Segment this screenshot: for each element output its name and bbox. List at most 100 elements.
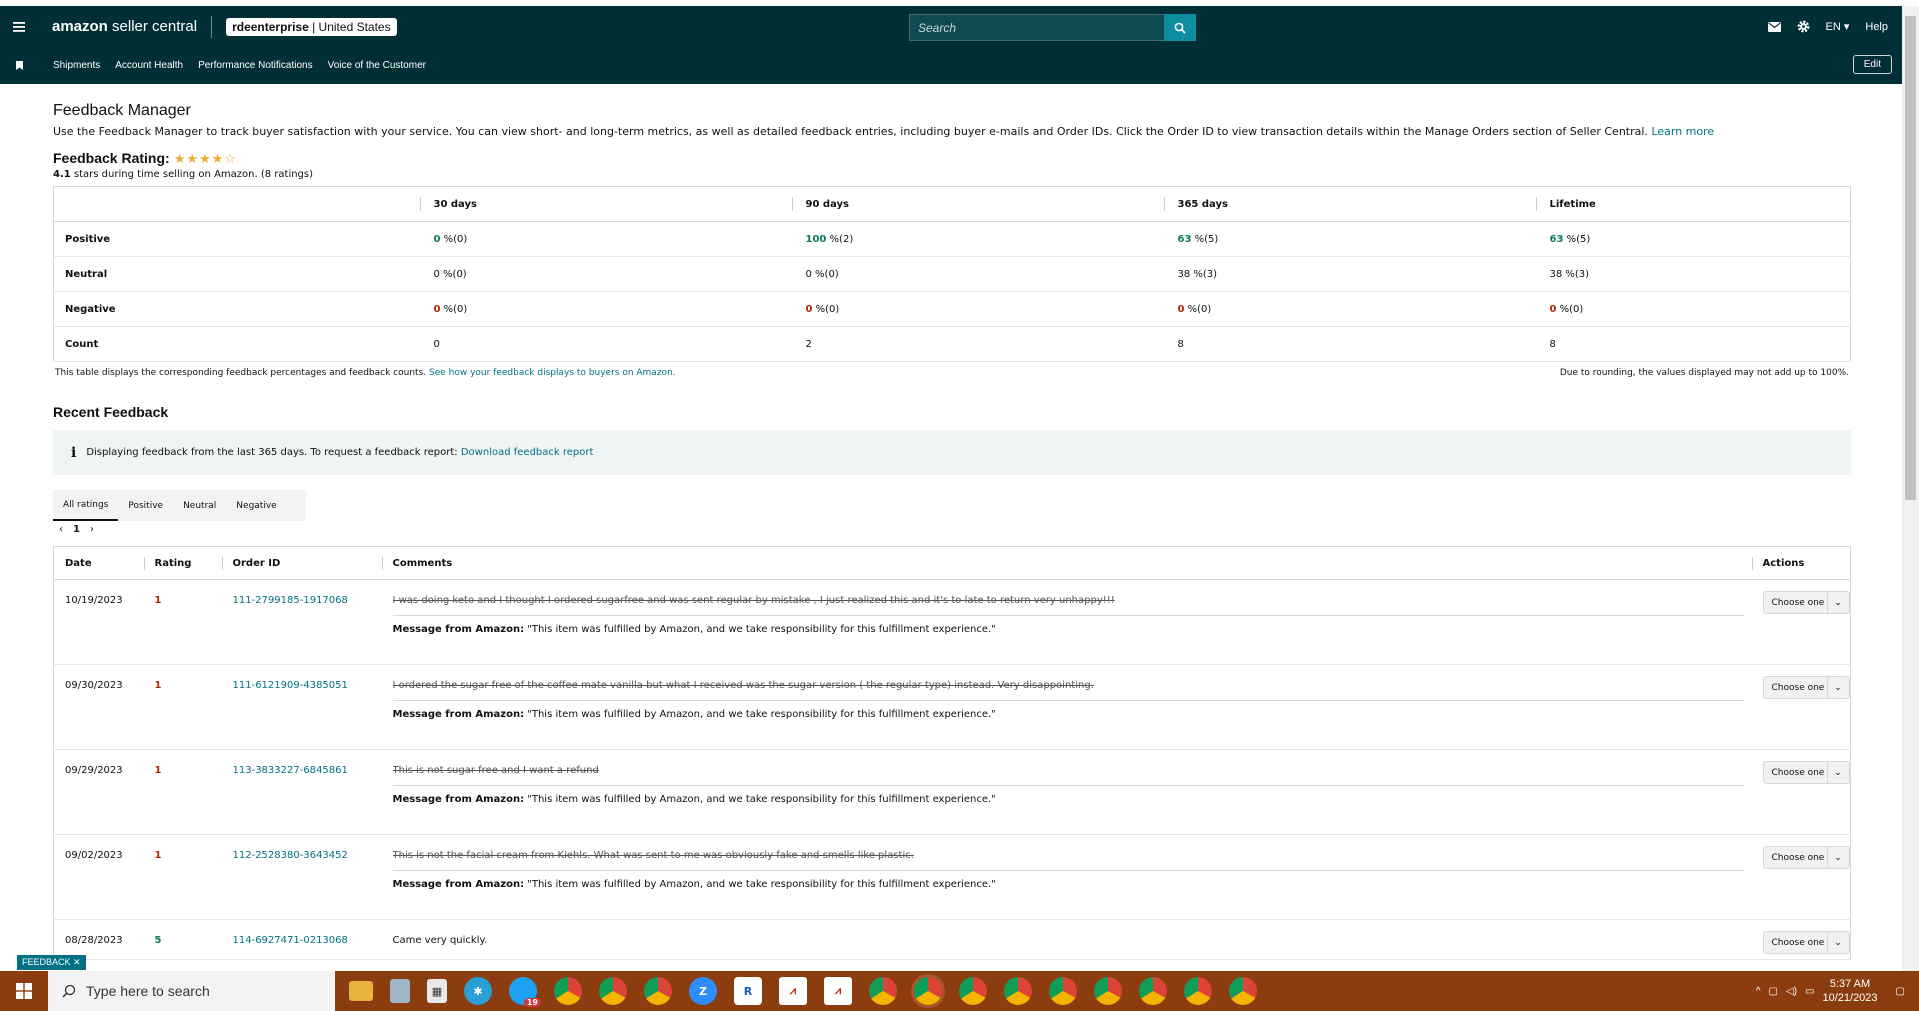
col-label: 30 days — [433, 198, 477, 210]
chevron-right-icon[interactable]: › — [90, 524, 94, 535]
amazon-message-label: Message from Amazon: — [392, 624, 525, 635]
calculator-icon[interactable]: ▦ — [427, 979, 447, 1003]
edit-nav-button[interactable]: Edit — [1852, 55, 1892, 74]
amazon-message: Message from Amazon: "This item was fulf… — [393, 879, 1752, 890]
nav-link-voice-of-customer[interactable]: Voice of the Customer — [328, 60, 426, 71]
tab-neutral[interactable]: Neutral — [173, 490, 226, 521]
chrome-profile-icon[interactable] — [1004, 977, 1032, 1005]
page-scrollbar[interactable] — [1902, 6, 1919, 971]
order-id-link[interactable]: 114-6927471-0213068 — [233, 935, 348, 946]
metrics-cell: 0 — [419, 326, 792, 362]
metrics-row-label: Count — [53, 326, 420, 362]
learn-more-link[interactable]: Learn more — [1651, 125, 1714, 138]
zoom-icon[interactable]: Z — [689, 977, 717, 1005]
feedback-rating: 5 — [143, 919, 222, 960]
tab-positive[interactable]: Positive — [118, 490, 173, 521]
col-date: Date — [53, 546, 144, 580]
chevron-up-icon[interactable]: ^ — [1756, 986, 1761, 997]
order-id-link[interactable]: 113-3833227-6845861 — [233, 765, 348, 776]
choose-action-dropdown[interactable]: Choose one ⌄ — [1762, 591, 1850, 614]
meet-now-icon[interactable]: ▢ — [1769, 986, 1778, 997]
chrome-icon[interactable] — [554, 977, 582, 1005]
chart-app-icon[interactable]: ⩘ — [779, 977, 807, 1005]
rounding-note: Due to rounding, the values displayed ma… — [1559, 368, 1849, 378]
metrics-count: 0 %(0) — [433, 268, 467, 280]
search-input[interactable] — [909, 14, 1164, 41]
nav-link-performance-notifications[interactable]: Performance Notifications — [198, 60, 313, 71]
column-divider — [791, 197, 793, 211]
feedback-widget-tab[interactable]: FEEDBACK ✕ — [17, 955, 86, 970]
metrics-count: 38 %(3) — [1177, 268, 1218, 280]
chrome-profile-icon[interactable] — [1139, 977, 1167, 1005]
current-page[interactable]: 1 — [73, 524, 80, 535]
column-divider — [381, 557, 383, 570]
mail-icon[interactable] — [1767, 21, 1781, 32]
feedback-rating: 1 — [143, 664, 222, 750]
dropdown-label: Choose one — [1771, 682, 1825, 693]
chrome-profile-icon[interactable] — [1094, 977, 1122, 1005]
chrome-profile-icon[interactable] — [959, 977, 987, 1005]
notifications-icon[interactable]: ▢ — [1896, 986, 1905, 997]
col-label: Lifetime — [1549, 198, 1596, 210]
chrome-profile-icon[interactable] — [1049, 977, 1077, 1005]
chrome-profile-icon[interactable] — [1184, 977, 1212, 1005]
pagination: ‹ 1 › — [59, 524, 1851, 535]
rating-value: 1 — [154, 680, 162, 691]
chrome-profile-icon[interactable] — [599, 977, 627, 1005]
language-selector[interactable]: EN ▾ — [1826, 20, 1850, 33]
col-label: 90 days — [805, 198, 849, 210]
feedback-row: 09/29/2023 1 113-3833227-6845861 This is no… — [53, 749, 1851, 835]
feedback-date: 09/30/2023 — [53, 664, 144, 750]
star-full-icon: ★ — [173, 152, 186, 167]
metrics-cell: 0 %(0) — [419, 221, 792, 257]
order-id-link[interactable]: 111-6121909-4385051 — [233, 680, 348, 691]
nav-link-shipments[interactable]: Shipments — [53, 60, 100, 71]
messaging-app-icon[interactable]: 19 — [509, 977, 541, 1007]
file-explorer-icon[interactable] — [349, 981, 373, 1001]
hamburger-menu-icon[interactable] — [0, 6, 38, 47]
metrics-count: 38 %(3) — [1549, 268, 1590, 280]
amazon-message-text: "This item was fulfilled by Amazon, and … — [524, 794, 996, 805]
buyer-display-link[interactable]: See how your feedback displays to buyers… — [429, 368, 676, 378]
chrome-profile-active-icon[interactable] — [914, 977, 942, 1005]
feedback-actions: Choose one ⌄ — [1751, 749, 1851, 835]
search-button[interactable] — [1164, 14, 1196, 41]
chrome-profile-icon[interactable] — [1229, 977, 1257, 1005]
info-alert: i Displaying feedback from the last 365 … — [53, 430, 1851, 475]
tab-negative[interactable]: Negative — [226, 490, 286, 521]
chevron-left-icon[interactable]: ‹ — [59, 524, 63, 535]
order-id-link[interactable]: 111-2799185-1917068 — [233, 595, 348, 606]
help-link[interactable]: Help — [1865, 21, 1888, 33]
metrics-cell: 8 — [1535, 326, 1851, 362]
rating-value: 1 — [154, 595, 162, 606]
metrics-row-label: Neutral — [53, 256, 420, 292]
choose-action-dropdown[interactable]: Choose one ⌄ — [1762, 931, 1850, 954]
metrics-header-365-days: 365 days — [1163, 186, 1536, 222]
order-id-link[interactable]: 112-2528380-3643452 — [233, 850, 348, 861]
bookmark-icon[interactable] — [0, 61, 38, 70]
account-switcher[interactable]: rdeenterprise | United States — [226, 17, 397, 36]
chart-app-icon[interactable]: ⩘ — [824, 977, 852, 1005]
notepad-icon[interactable] — [390, 979, 410, 1003]
caret-down-icon: ▾ — [1843, 21, 1850, 33]
seller-central-logo[interactable]: amazon seller central — [52, 18, 197, 35]
clock[interactable]: 5:37 AM 10/21/2023 — [1822, 977, 1877, 1005]
tab-all-ratings[interactable]: All ratings — [53, 490, 119, 521]
windows-start-icon[interactable] — [0, 971, 48, 1011]
scrollbar-thumb[interactable] — [1905, 16, 1916, 500]
choose-action-dropdown[interactable]: Choose one ⌄ — [1762, 846, 1850, 869]
slack-icon[interactable]: ✱ — [464, 977, 492, 1005]
metrics-cell: 8 — [1163, 326, 1536, 362]
dropdown-label: Choose one — [1771, 767, 1825, 778]
chrome-profile-icon[interactable] — [644, 977, 672, 1005]
chrome-profile-icon[interactable] — [869, 977, 897, 1005]
r-app-icon[interactable]: R — [734, 977, 762, 1005]
nav-link-account-health[interactable]: Account Health — [115, 60, 183, 71]
gear-icon[interactable] — [1797, 20, 1810, 33]
taskbar-search[interactable]: Type here to search — [48, 971, 335, 1011]
choose-action-dropdown[interactable]: Choose one ⌄ — [1762, 676, 1850, 699]
volume-icon[interactable]: ◁) — [1786, 986, 1797, 997]
download-report-link[interactable]: Download feedback report — [461, 447, 594, 458]
network-icon[interactable]: ▭ — [1805, 986, 1814, 997]
choose-action-dropdown[interactable]: Choose one ⌄ — [1762, 761, 1850, 784]
